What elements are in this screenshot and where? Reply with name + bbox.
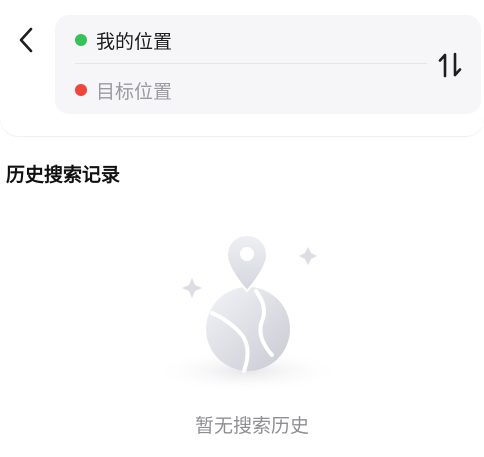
start-location-field[interactable]: 我的位置 — [75, 20, 405, 60]
map-pin-globe-icon — [152, 233, 342, 393]
swap-button[interactable] — [434, 49, 466, 81]
swap-vertical-icon — [438, 52, 462, 78]
route-divider — [75, 63, 427, 64]
end-dot — [75, 84, 87, 96]
destination-placeholder: 目标位置 — [96, 80, 173, 103]
back-button[interactable] — [10, 22, 42, 58]
empty-state-illustration — [150, 225, 350, 399]
destination-field[interactable]: 目标位置 — [75, 70, 405, 110]
chevron-left-icon — [19, 27, 33, 53]
route-header: 我的位置 目标位置 — [0, 0, 484, 136]
empty-history-text: 暂无搜索历史 — [194, 415, 309, 437]
start-dot — [75, 34, 87, 46]
history-section-title: 历史搜索记录 — [6, 164, 121, 186]
route-input-card: 我的位置 目标位置 — [55, 15, 481, 114]
start-location-label: 我的位置 — [96, 30, 173, 53]
